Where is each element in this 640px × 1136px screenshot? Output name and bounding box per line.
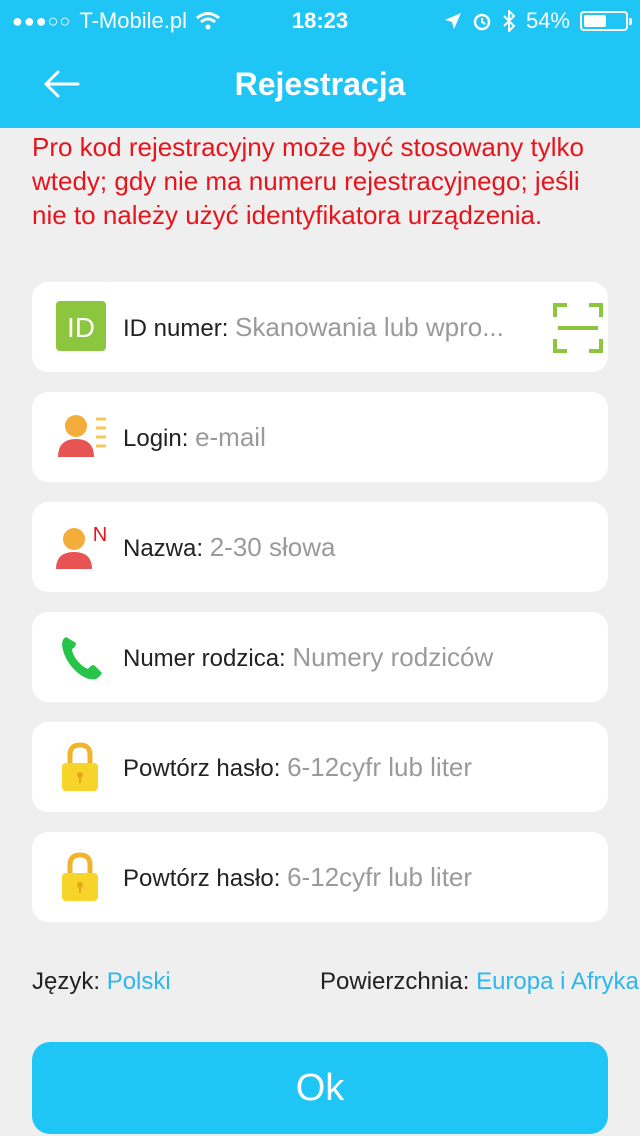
user-name-icon: N <box>54 519 110 575</box>
name-placeholder: 2-30 słowa <box>209 532 336 562</box>
region-value[interactable]: Europa i Afryka <box>476 968 639 995</box>
parent-number-label: Numer rodzica: <box>123 645 286 672</box>
svg-text:ID: ID <box>67 312 95 343</box>
login-field[interactable]: Login: e-mail <box>32 392 608 482</box>
language-value[interactable]: Polski <box>107 968 171 995</box>
phone-icon <box>54 629 110 685</box>
repeat-password-field[interactable]: Powtórz hasło: 6-12cyfr lub liter <box>32 832 608 922</box>
language-setting: Język: Polski <box>32 968 171 996</box>
bluetooth-icon <box>503 10 516 32</box>
navigation-bar: Rejestracja <box>0 40 640 128</box>
repeat-password-placeholder: 6-12cyfr lub liter <box>287 862 473 892</box>
battery-icon <box>580 11 632 31</box>
password-field[interactable]: Powtórz hasło: 6-12cyfr lub liter <box>32 722 608 812</box>
id-icon: ID <box>54 299 110 355</box>
user-list-icon <box>54 409 110 465</box>
svg-text:N: N <box>93 524 107 546</box>
region-setting: Powierzchnia: Europa i Afryka <box>320 968 639 996</box>
parent-number-placeholder: Numery rodziców <box>292 642 494 672</box>
region-label: Powierzchnia: <box>320 968 470 995</box>
parent-number-field[interactable]: Numer rodzica: Numery rodziców <box>32 612 608 702</box>
settings-row: Język: Polski Powierzchnia: Europa i Afr… <box>32 968 640 998</box>
location-arrow-icon <box>444 13 461 29</box>
password-placeholder: 6-12cyfr lub liter <box>287 752 473 782</box>
registration-notice: Pro kod rejestracyjny może być stosowany… <box>32 132 584 230</box>
status-bar: ●●●○○ T-Mobile.pl 18:23 54% <box>0 0 640 40</box>
language-label: Język: <box>32 968 101 995</box>
alarm-icon <box>473 13 491 31</box>
login-label: Login: <box>123 425 189 452</box>
name-field[interactable]: N Nazwa: 2-30 słowa <box>32 502 608 592</box>
id-number-placeholder: Skanowania lub wpro... <box>235 312 504 342</box>
lock-icon <box>54 849 110 905</box>
scan-qr-icon[interactable] <box>552 302 604 354</box>
lock-icon <box>54 739 110 795</box>
id-number-label: ID numer: <box>123 315 229 342</box>
page-title: Rejestracja <box>234 66 406 102</box>
ok-button[interactable]: Ok <box>32 1042 608 1134</box>
name-label: Nazwa: <box>123 535 204 562</box>
repeat-password-label: Powtórz hasło: <box>123 865 281 892</box>
password-label: Powtórz hasło: <box>123 755 281 782</box>
login-placeholder: e-mail <box>195 422 266 452</box>
id-number-field[interactable]: ID ID numer: Skanowania lub wpro... <box>32 282 608 372</box>
battery-percent: 54% <box>525 8 570 33</box>
